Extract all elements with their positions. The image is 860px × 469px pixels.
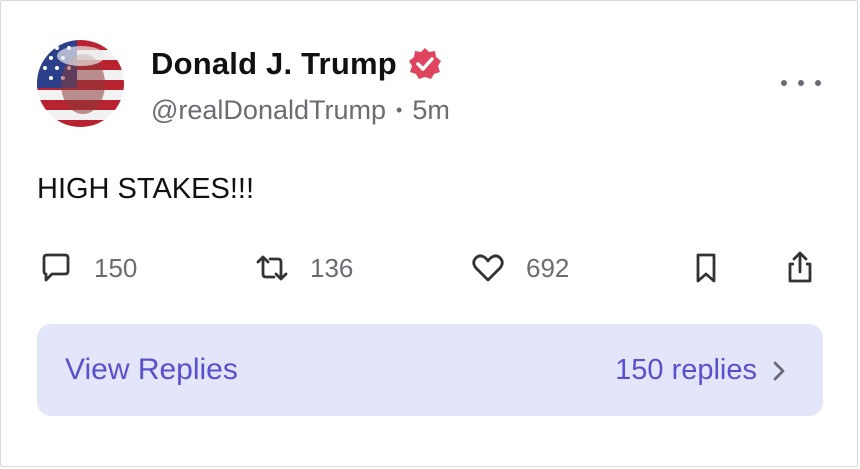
handle-row: @realDonaldTrump • 5m: [151, 95, 450, 126]
bookmark-icon: [688, 250, 724, 286]
share-button[interactable]: [782, 246, 818, 290]
repost-count: 136: [310, 252, 354, 283]
reply-button[interactable]: 150: [38, 246, 137, 290]
like-icon: [470, 250, 506, 286]
view-replies-bar[interactable]: View Replies 150 replies: [37, 324, 823, 416]
separator-dot: •: [396, 100, 403, 120]
repost-icon: [254, 250, 290, 286]
replies-count-link[interactable]: 150 replies: [615, 354, 787, 387]
like-count: 692: [526, 252, 570, 283]
share-icon: [782, 250, 818, 286]
post-card: Donald J. Trump @realDonaldTrump • 5m HI…: [0, 0, 860, 469]
verified-badge-icon: [407, 46, 443, 82]
replies-count-text: 150 replies: [615, 353, 757, 386]
author-row: Donald J. Trump: [151, 46, 443, 82]
repost-button[interactable]: 136: [254, 246, 353, 290]
bookmark-button[interactable]: [688, 246, 724, 290]
action-bar: 150 136 692: [0, 246, 860, 290]
reply-icon: [38, 250, 74, 286]
avatar[interactable]: [37, 40, 124, 127]
chevron-right-icon: [771, 358, 787, 382]
post-body-text: HIGH STAKES!!!: [37, 173, 255, 205]
more-options-icon[interactable]: [781, 68, 821, 98]
reply-count: 150: [94, 252, 138, 283]
like-button[interactable]: 692: [470, 246, 569, 290]
view-replies-label[interactable]: View Replies: [65, 353, 238, 387]
author-handle[interactable]: @realDonaldTrump: [151, 95, 386, 126]
author-name[interactable]: Donald J. Trump: [151, 46, 397, 82]
post-timestamp[interactable]: 5m: [412, 95, 450, 126]
